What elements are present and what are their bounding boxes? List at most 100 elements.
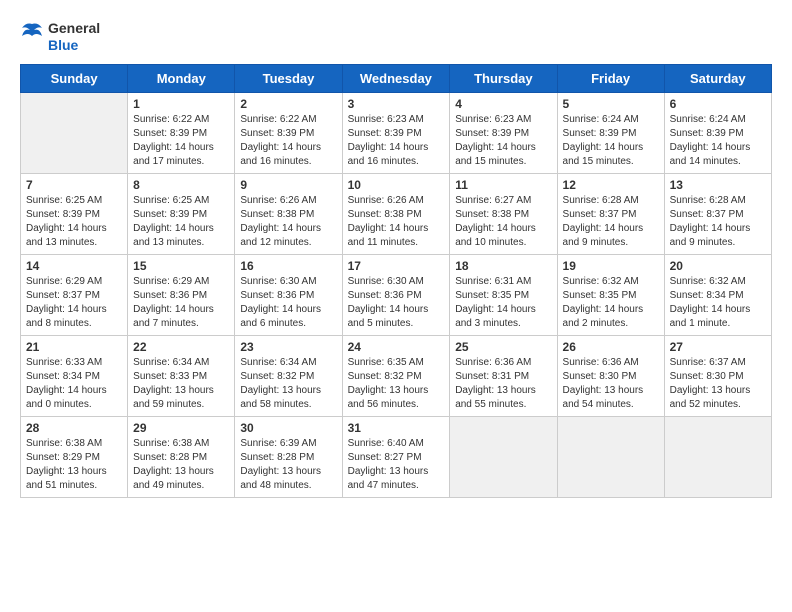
day-info: Sunrise: 6:28 AM Sunset: 8:37 PM Dayligh… [563, 194, 659, 250]
day-number: 19 [563, 259, 659, 273]
day-header-tuesday: Tuesday [235, 64, 342, 92]
day-number: 20 [670, 259, 766, 273]
calendar-cell: 14Sunrise: 6:29 AM Sunset: 8:37 PM Dayli… [21, 254, 128, 335]
day-header-friday: Friday [557, 64, 664, 92]
day-info: Sunrise: 6:29 AM Sunset: 8:37 PM Dayligh… [26, 275, 122, 331]
day-number: 11 [455, 178, 551, 192]
day-number: 4 [455, 97, 551, 111]
calendar-cell: 21Sunrise: 6:33 AM Sunset: 8:34 PM Dayli… [21, 335, 128, 416]
calendar-cell: 17 Sunrise: 6:30 AM Sunset: 8:36 PM Dayli… [342, 254, 450, 335]
day-number: 15 [133, 259, 229, 273]
day-header-wednesday: Wednesday [342, 64, 450, 92]
day-header-thursday: Thursday [450, 64, 557, 92]
calendar-cell: 27 Sunrise: 6:37 AM Sunset: 8:30 PM Dayli… [664, 335, 771, 416]
header: General Blue [20, 20, 772, 54]
day-info: Sunrise: 6:22 AM Sunset: 8:39 PM Dayligh… [133, 113, 229, 169]
calendar-cell: 3 Sunrise: 6:23 AM Sunset: 8:39 PM Daylig… [342, 92, 450, 173]
logo-container: General Blue [20, 20, 100, 54]
day-info: Sunrise: 6:29 AM Sunset: 8:36 PM Dayligh… [133, 275, 229, 331]
day-info: Sunrise: 6:34 AM Sunset: 8:33 PM Dayligh… [133, 356, 229, 412]
day-number: 24 [348, 340, 445, 354]
day-number: 28 [26, 421, 122, 435]
calendar-body: 1Sunrise: 6:22 AM Sunset: 8:39 PM Daylig… [21, 92, 772, 497]
calendar-cell: 30 Sunrise: 6:39 AM Sunset: 8:28 PM Dayli… [235, 416, 342, 497]
day-info: Sunrise: 6:37 AM Sunset: 8:30 PM Dayligh… [670, 356, 766, 412]
day-number: 6 [670, 97, 766, 111]
calendar-header: SundayMondayTuesdayWednesdayThursdayFrid… [21, 64, 772, 92]
calendar-cell: 6Sunrise: 6:24 AM Sunset: 8:39 PM Daylig… [664, 92, 771, 173]
calendar-cell: 26 Sunrise: 6:36 AM Sunset: 8:30 PM Dayli… [557, 335, 664, 416]
logo: General Blue [20, 20, 100, 54]
day-info: Sunrise: 6:28 AM Sunset: 8:37 PM Dayligh… [670, 194, 766, 250]
day-info: Sunrise: 6:32 AM Sunset: 8:34 PM Dayligh… [670, 275, 766, 331]
day-number: 30 [240, 421, 336, 435]
calendar-cell: 16 Sunrise: 6:30 AM Sunset: 8:36 PM Dayli… [235, 254, 342, 335]
day-number: 26 [563, 340, 659, 354]
calendar-cell [557, 416, 664, 497]
day-info: Sunrise: 6:38 AM Sunset: 8:29 PM Dayligh… [26, 437, 122, 493]
day-info: Sunrise: 6:32 AM Sunset: 8:35 PM Dayligh… [563, 275, 659, 331]
calendar-cell [664, 416, 771, 497]
day-number: 7 [26, 178, 122, 192]
day-info: Sunrise: 6:30 AM Sunset: 8:36 PM Dayligh… [240, 275, 336, 331]
day-number: 12 [563, 178, 659, 192]
week-row-4: 21Sunrise: 6:33 AM Sunset: 8:34 PM Dayli… [21, 335, 772, 416]
week-row-5: 28 Sunrise: 6:38 AM Sunset: 8:29 PM Dayli… [21, 416, 772, 497]
day-info: Sunrise: 6:40 AM Sunset: 8:27 PM Dayligh… [348, 437, 445, 493]
days-of-week-row: SundayMondayTuesdayWednesdayThursdayFrid… [21, 64, 772, 92]
week-row-2: 7 Sunrise: 6:25 AM Sunset: 8:39 PM Daylig… [21, 173, 772, 254]
day-info: Sunrise: 6:35 AM Sunset: 8:32 PM Dayligh… [348, 356, 445, 412]
calendar-cell: 22 Sunrise: 6:34 AM Sunset: 8:33 PM Dayli… [128, 335, 235, 416]
day-info: Sunrise: 6:26 AM Sunset: 8:38 PM Dayligh… [240, 194, 336, 250]
day-info: Sunrise: 6:36 AM Sunset: 8:31 PM Dayligh… [455, 356, 551, 412]
day-number: 10 [348, 178, 445, 192]
day-info: Sunrise: 6:33 AM Sunset: 8:34 PM Dayligh… [26, 356, 122, 412]
day-info: Sunrise: 6:27 AM Sunset: 8:38 PM Dayligh… [455, 194, 551, 250]
logo-general: General [48, 20, 100, 37]
week-row-3: 14Sunrise: 6:29 AM Sunset: 8:37 PM Dayli… [21, 254, 772, 335]
day-info: Sunrise: 6:38 AM Sunset: 8:28 PM Dayligh… [133, 437, 229, 493]
day-number: 25 [455, 340, 551, 354]
calendar-cell: 10 Sunrise: 6:26 AM Sunset: 8:38 PM Dayli… [342, 173, 450, 254]
calendar-cell [21, 92, 128, 173]
calendar-cell: 12 Sunrise: 6:28 AM Sunset: 8:37 PM Dayli… [557, 173, 664, 254]
day-header-monday: Monday [128, 64, 235, 92]
calendar-cell [450, 416, 557, 497]
day-number: 3 [348, 97, 445, 111]
calendar-cell: 7 Sunrise: 6:25 AM Sunset: 8:39 PM Daylig… [21, 173, 128, 254]
day-info: Sunrise: 6:22 AM Sunset: 8:39 PM Dayligh… [240, 113, 336, 169]
calendar-cell: 19 Sunrise: 6:32 AM Sunset: 8:35 PM Dayli… [557, 254, 664, 335]
day-number: 23 [240, 340, 336, 354]
calendar-cell: 18 Sunrise: 6:31 AM Sunset: 8:35 PM Dayli… [450, 254, 557, 335]
day-number: 17 [348, 259, 445, 273]
logo-bird-icon [20, 22, 44, 52]
day-info: Sunrise: 6:31 AM Sunset: 8:35 PM Dayligh… [455, 275, 551, 331]
calendar-cell: 15 Sunrise: 6:29 AM Sunset: 8:36 PM Dayli… [128, 254, 235, 335]
day-number: 27 [670, 340, 766, 354]
day-info: Sunrise: 6:24 AM Sunset: 8:39 PM Dayligh… [563, 113, 659, 169]
day-number: 9 [240, 178, 336, 192]
day-number: 13 [670, 178, 766, 192]
day-header-saturday: Saturday [664, 64, 771, 92]
day-info: Sunrise: 6:39 AM Sunset: 8:28 PM Dayligh… [240, 437, 336, 493]
day-info: Sunrise: 6:30 AM Sunset: 8:36 PM Dayligh… [348, 275, 445, 331]
day-number: 22 [133, 340, 229, 354]
day-number: 18 [455, 259, 551, 273]
day-info: Sunrise: 6:26 AM Sunset: 8:38 PM Dayligh… [348, 194, 445, 250]
day-number: 29 [133, 421, 229, 435]
calendar-cell: 13 Sunrise: 6:28 AM Sunset: 8:37 PM Dayli… [664, 173, 771, 254]
calendar-table: SundayMondayTuesdayWednesdayThursdayFrid… [20, 64, 772, 498]
calendar-cell: 24 Sunrise: 6:35 AM Sunset: 8:32 PM Dayli… [342, 335, 450, 416]
calendar-cell: 28 Sunrise: 6:38 AM Sunset: 8:29 PM Dayli… [21, 416, 128, 497]
day-info: Sunrise: 6:36 AM Sunset: 8:30 PM Dayligh… [563, 356, 659, 412]
day-info: Sunrise: 6:23 AM Sunset: 8:39 PM Dayligh… [455, 113, 551, 169]
day-number: 2 [240, 97, 336, 111]
calendar-cell: 29 Sunrise: 6:38 AM Sunset: 8:28 PM Dayli… [128, 416, 235, 497]
calendar-cell: 9 Sunrise: 6:26 AM Sunset: 8:38 PM Daylig… [235, 173, 342, 254]
day-number: 16 [240, 259, 336, 273]
calendar-cell: 20 Sunrise: 6:32 AM Sunset: 8:34 PM Dayli… [664, 254, 771, 335]
day-info: Sunrise: 6:23 AM Sunset: 8:39 PM Dayligh… [348, 113, 445, 169]
day-info: Sunrise: 6:25 AM Sunset: 8:39 PM Dayligh… [26, 194, 122, 250]
calendar-cell: 25 Sunrise: 6:36 AM Sunset: 8:31 PM Dayli… [450, 335, 557, 416]
calendar-cell: 31Sunrise: 6:40 AM Sunset: 8:27 PM Dayli… [342, 416, 450, 497]
